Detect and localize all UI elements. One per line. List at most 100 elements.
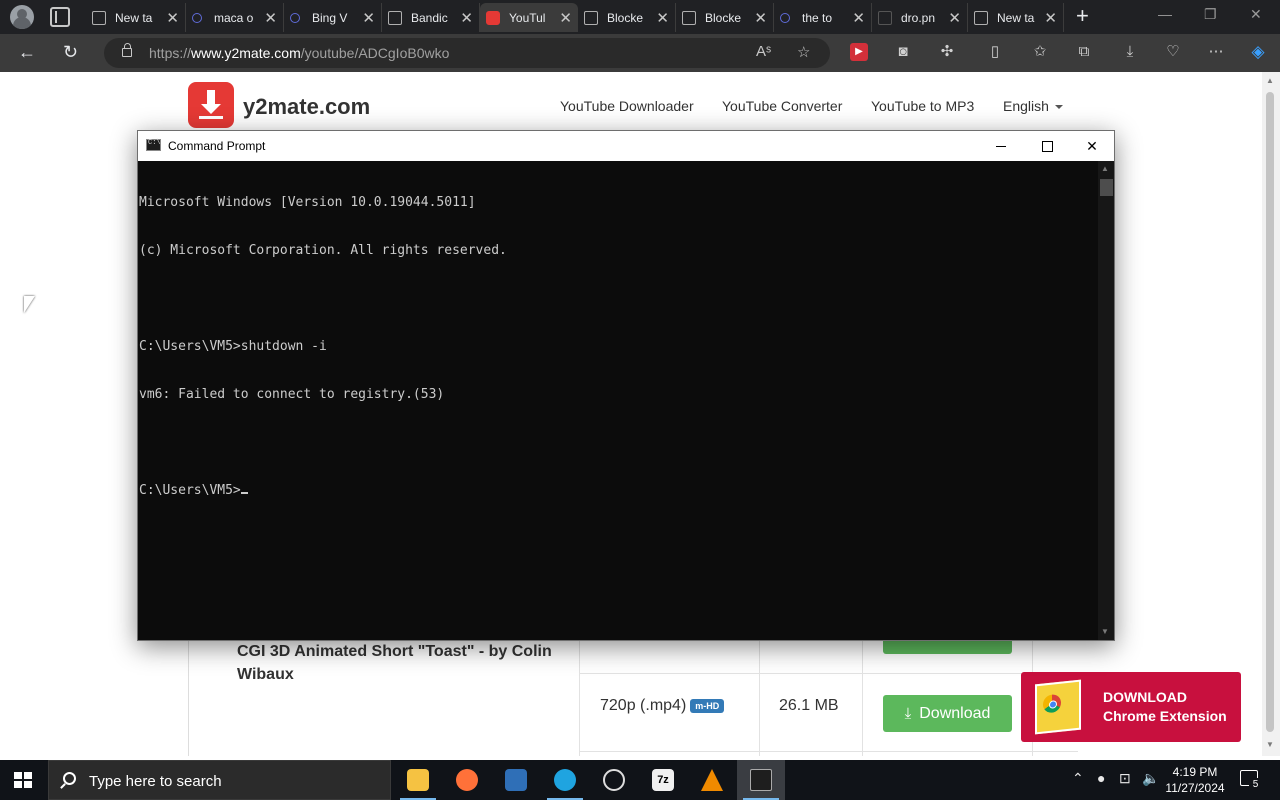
- tab[interactable]: New ta ✕: [86, 3, 186, 32]
- cmd-console-output[interactable]: Microsoft Windows [Version 10.0.19044.50…: [138, 161, 1098, 640]
- cmd-scrollbar-thumb[interactable]: [1100, 179, 1113, 196]
- console-line: (c) Microsoft Corporation. All rights re…: [139, 243, 507, 258]
- chrome-extension-banner[interactable]: DOWNLOAD Chrome Extension: [1021, 672, 1241, 742]
- tab-close-icon[interactable]: ✕: [1044, 9, 1057, 27]
- nav-youtube-to-mp3[interactable]: YouTube to MP3: [871, 98, 974, 114]
- tab-actions-icon[interactable]: [50, 7, 70, 27]
- taskbar-command-prompt[interactable]: [737, 760, 785, 800]
- show-hidden-icons-chevron-icon[interactable]: ⌃: [1072, 770, 1084, 787]
- search-icon: [780, 12, 790, 23]
- clock-date: 11/27/2024: [1165, 781, 1225, 795]
- tab-close-icon[interactable]: ✕: [656, 9, 669, 27]
- tab-active[interactable]: YouTul ✕: [480, 3, 578, 32]
- url-text[interactable]: https://www.y2mate.com/youtube/ADCgIoB0w…: [149, 45, 449, 61]
- cmd-scroll-down-icon[interactable]: ▼: [1101, 627, 1109, 636]
- taskbar-vlc[interactable]: [688, 760, 736, 800]
- collections-icon[interactable]: ⧉: [1075, 43, 1093, 61]
- close-button[interactable]: ✕: [1250, 6, 1262, 23]
- taskbar-edge[interactable]: [541, 760, 589, 800]
- more-menu-icon[interactable]: ⋯: [1207, 43, 1225, 61]
- file-explorer-icon: [407, 769, 429, 791]
- tab[interactable]: Blocke ✕: [676, 3, 774, 32]
- search-icon: [192, 12, 202, 23]
- minimize-button[interactable]: —: [1158, 6, 1172, 22]
- tab[interactable]: New ta ✕: [968, 3, 1064, 32]
- extension-glasses-icon[interactable]: ◙: [894, 43, 912, 61]
- language-select[interactable]: English: [1003, 98, 1063, 114]
- tab[interactable]: maca o ✕: [186, 3, 284, 32]
- cmd-scrollbar[interactable]: [1098, 161, 1114, 640]
- page-icon: [974, 10, 988, 25]
- cmd-scroll-up-icon[interactable]: ▲: [1101, 164, 1109, 173]
- download-button-label: Download: [919, 704, 991, 722]
- new-tab-button[interactable]: +: [1076, 4, 1089, 28]
- tab[interactable]: dro.pn ✕: [872, 3, 968, 32]
- row-divider: [579, 673, 1078, 674]
- tab[interactable]: Bandic ✕: [382, 3, 480, 32]
- tab[interactable]: Blocke ✕: [578, 3, 676, 32]
- cmd-minimize-button[interactable]: [978, 131, 1024, 161]
- lock-icon[interactable]: [122, 43, 132, 57]
- restore-button[interactable]: ❐: [1204, 6, 1217, 23]
- tab[interactable]: Bing V ✕: [284, 3, 382, 32]
- tab-close-icon[interactable]: ✕: [559, 9, 572, 27]
- address-bar[interactable]: https://www.y2mate.com/youtube/ADCgIoB0w…: [104, 38, 830, 68]
- y2mate-logo-icon[interactable]: [188, 82, 234, 128]
- cmd-title-bar[interactable]: Command Prompt ✕: [138, 131, 1114, 161]
- site-name[interactable]: y2mate.com: [243, 94, 370, 120]
- chrome-extension-box-icon: [1035, 679, 1081, 735]
- network-icon[interactable]: ⊡: [1119, 770, 1131, 787]
- windows-start-icon[interactable]: [14, 772, 32, 788]
- tab-close-icon[interactable]: ✕: [264, 9, 277, 27]
- console-line: Microsoft Windows [Version 10.0.19044.50…: [139, 195, 476, 210]
- scroll-down-arrow-icon[interactable]: ▼: [1266, 740, 1274, 749]
- read-aloud-icon[interactable]: Aˢ: [756, 43, 771, 60]
- scroll-up-arrow-icon[interactable]: ▲: [1266, 76, 1274, 85]
- profile-avatar-icon[interactable]: [10, 5, 34, 29]
- taskbar-clock[interactable]: 4:19 PM 11/27/2024: [1162, 764, 1228, 796]
- favorite-star-icon[interactable]: ☆: [797, 43, 810, 61]
- cmd-close-button[interactable]: ✕: [1069, 131, 1115, 161]
- command-prompt-window[interactable]: Command Prompt ✕ Microsoft Windows [Vers…: [137, 130, 1115, 641]
- taskbar-firefox[interactable]: [443, 760, 491, 800]
- extensions-puzzle-icon[interactable]: ✣: [938, 43, 956, 61]
- taskbar-media-player[interactable]: [492, 760, 540, 800]
- search-placeholder: Type here to search: [89, 773, 222, 790]
- taskbar-search-box[interactable]: Type here to search: [48, 760, 391, 800]
- search-icon: [290, 12, 300, 23]
- back-arrow-icon[interactable]: ←: [18, 42, 36, 62]
- console-line: C:\Users\VM5>shutdown -i: [139, 339, 327, 354]
- page-scrollbar-thumb[interactable]: [1266, 92, 1274, 732]
- tab-close-icon[interactable]: ✕: [852, 9, 865, 27]
- tab[interactable]: the to ✕: [774, 3, 872, 32]
- nav-youtube-downloader[interactable]: YouTube Downloader: [560, 98, 694, 114]
- tab-close-icon[interactable]: ✕: [460, 9, 473, 27]
- tab-close-icon[interactable]: ✕: [166, 9, 179, 27]
- extension-red-icon[interactable]: ▶: [850, 43, 868, 61]
- download-button[interactable]: ⤓ Download: [883, 695, 1012, 732]
- favorites-icon[interactable]: ✩: [1031, 43, 1049, 61]
- language-label: English: [1003, 98, 1049, 114]
- browser-tab-strip: New ta ✕ maca o ✕ Bing V ✕ Bandic ✕ YouT…: [0, 0, 1280, 34]
- taskbar-clock-app[interactable]: [590, 760, 638, 800]
- edge-icon: [554, 769, 576, 791]
- tab-close-icon[interactable]: ✕: [948, 9, 961, 27]
- page-icon: [584, 10, 598, 25]
- console-prompt-line[interactable]: C:\Users\VM5>: [139, 483, 1098, 499]
- refresh-icon[interactable]: ↻: [63, 42, 78, 62]
- taskbar-file-explorer[interactable]: [394, 760, 442, 800]
- volume-icon[interactable]: 🔈: [1142, 770, 1159, 787]
- copilot-icon[interactable]: ◈: [1249, 43, 1267, 61]
- tab-label: Bandic: [411, 10, 448, 25]
- browser-essentials-icon[interactable]: ♡: [1164, 43, 1182, 61]
- microphone-icon[interactable]: ●: [1097, 770, 1105, 786]
- nav-youtube-converter[interactable]: YouTube Converter: [722, 98, 842, 114]
- split-screen-icon[interactable]: ▯: [986, 43, 1004, 61]
- tab-close-icon[interactable]: ✕: [362, 9, 375, 27]
- column-divider: [862, 624, 863, 756]
- taskbar-7zip[interactable]: 7z: [639, 760, 687, 800]
- tab-close-icon[interactable]: ✕: [754, 9, 767, 27]
- downloads-icon[interactable]: ⤓: [1121, 43, 1139, 61]
- cmd-maximize-button[interactable]: [1024, 131, 1070, 161]
